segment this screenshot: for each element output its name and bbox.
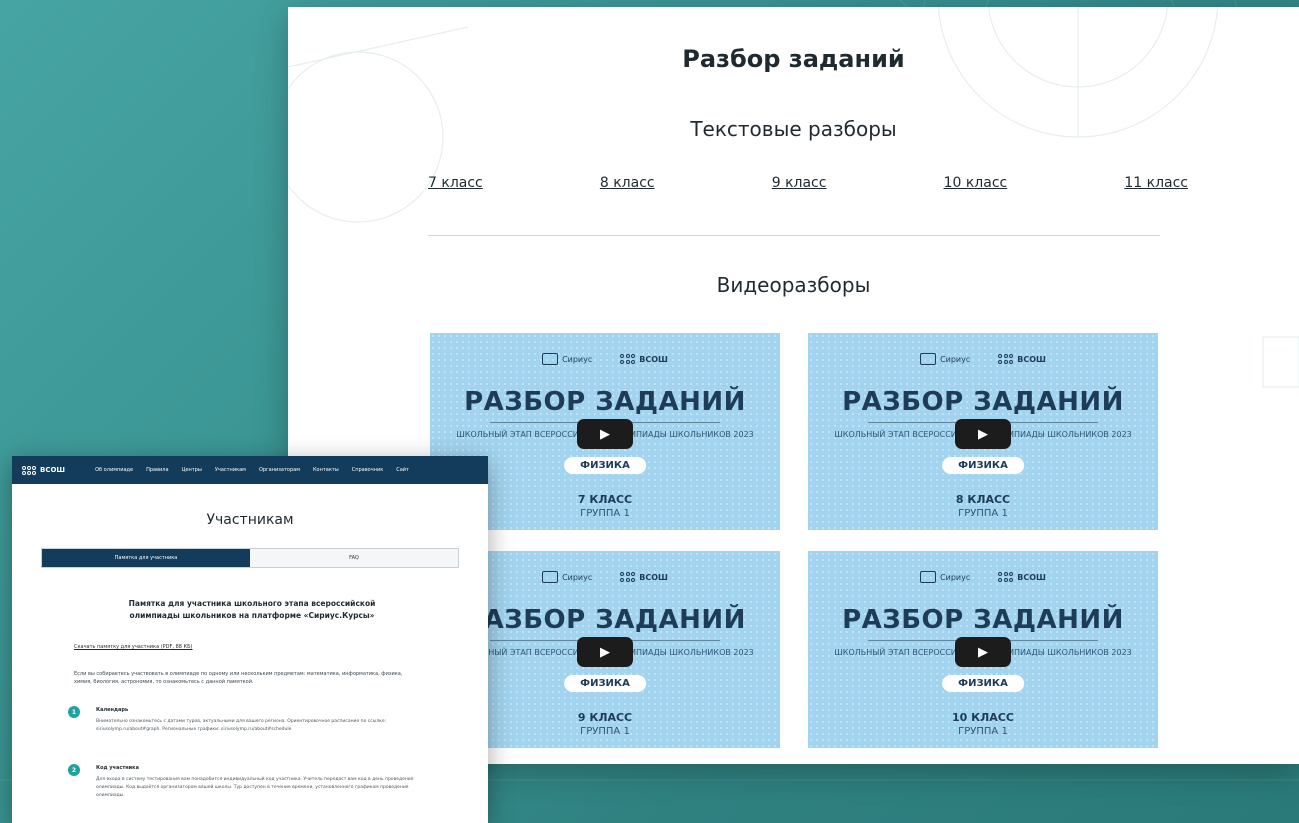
tab-faq[interactable]: FAQ bbox=[250, 549, 458, 567]
nav-item-contacts[interactable]: Контакты bbox=[313, 467, 339, 473]
video-thumbnail-8[interactable]: Сириус ВСОШ РАЗБОР ЗАДАНИЙ ШКОЛЬНЫЙ ЭТАП… bbox=[808, 333, 1158, 530]
download-memo-link[interactable]: Скачать памятку для участника (PDF, 88 К… bbox=[74, 644, 192, 650]
video-grade: 10 КЛАСС bbox=[952, 711, 1014, 724]
vsosh-logo-icon bbox=[22, 465, 36, 475]
sirius-logo-icon bbox=[920, 353, 937, 365]
class-links: 7 класс 8 класс 9 класс 10 класс 11 клас… bbox=[428, 175, 1188, 191]
video-subject-badge: ФИЗИКА bbox=[564, 675, 646, 692]
video-grid: Сириус ВСОШ РАЗБОР ЗАДАНИЙ ШКОЛЬНЫЙ ЭТАП… bbox=[430, 333, 1160, 748]
site-logo[interactable]: ВСОШ bbox=[22, 465, 65, 475]
nav-item-rules[interactable]: Правила bbox=[146, 467, 168, 473]
class-link-11[interactable]: 11 класс bbox=[1124, 175, 1188, 191]
tab-memo[interactable]: Памятка для участника bbox=[42, 549, 250, 567]
class-link-7[interactable]: 7 класс bbox=[428, 175, 483, 191]
video-group: ГРУППА 1 bbox=[958, 726, 1008, 737]
top-navigation: ВСОШ Об олимпиаде Правила Центры Участни… bbox=[12, 456, 488, 484]
play-icon[interactable]: ▶ bbox=[955, 419, 1011, 449]
video-subject-badge: ФИЗИКА bbox=[942, 675, 1024, 692]
step-text: Для входа в систему тестирования вам пон… bbox=[96, 777, 414, 798]
video-heading: РАЗБОР ЗАДАНИЙ bbox=[842, 605, 1124, 635]
step-number: 2 bbox=[68, 764, 80, 776]
participants-tabs: Памятка для участника FAQ bbox=[41, 548, 459, 568]
class-link-9[interactable]: 9 класс bbox=[772, 175, 827, 191]
video-logos: Сириус ВСОШ bbox=[430, 353, 780, 365]
page-title: Разбор заданий bbox=[682, 45, 905, 73]
vsosh-logo-icon bbox=[998, 354, 1014, 364]
step-text: Внимательно ознакомьтесь с датами туров,… bbox=[96, 719, 387, 732]
participants-page: ВСОШ Об олимпиаде Правила Центры Участни… bbox=[12, 456, 488, 823]
video-logos: Сириус ВСОШ bbox=[808, 353, 1158, 365]
video-subject-badge: ФИЗИКА bbox=[942, 457, 1024, 474]
class-link-8[interactable]: 8 класс bbox=[600, 175, 655, 191]
sirius-logo-icon bbox=[920, 571, 937, 583]
step-title: Календарь bbox=[96, 707, 129, 713]
class-link-10[interactable]: 10 класс bbox=[944, 175, 1008, 191]
memo-heading: Памятка для участника школьного этапа вс… bbox=[128, 599, 376, 620]
nav-item-centers[interactable]: Центры bbox=[182, 467, 202, 473]
video-heading: РАЗБОР ЗАДАНИЙ bbox=[842, 387, 1124, 417]
video-group: ГРУППА 1 bbox=[958, 508, 1008, 519]
participants-title: Участникам bbox=[206, 512, 294, 528]
nav-item-about[interactable]: Об олимпиаде bbox=[95, 467, 133, 473]
video-heading: РАЗБОР ЗАДАНИЙ bbox=[464, 387, 746, 417]
vsosh-logo-icon bbox=[620, 354, 636, 364]
play-icon[interactable]: ▶ bbox=[577, 637, 633, 667]
nav-item-organizers[interactable]: Организаторам bbox=[259, 467, 300, 473]
nav-item-site[interactable]: Сайт bbox=[396, 467, 409, 473]
text-reviews-title: Текстовые разборы bbox=[690, 117, 897, 141]
nav-item-reference[interactable]: Справочник bbox=[352, 467, 384, 473]
video-reviews-title: Видеоразборы bbox=[716, 273, 871, 297]
nav-item-participants[interactable]: Участникам bbox=[215, 467, 246, 473]
sirius-logo-icon bbox=[542, 571, 559, 583]
play-icon[interactable]: ▶ bbox=[577, 419, 633, 449]
nav-menu: Об олимпиаде Правила Центры Участникам О… bbox=[95, 467, 409, 473]
video-grade: 8 КЛАСС bbox=[955, 493, 1011, 506]
step-title: Код участника bbox=[96, 765, 139, 771]
sirius-logo-icon bbox=[542, 353, 559, 365]
video-subject-badge: ФИЗИКА bbox=[564, 457, 646, 474]
video-thumbnail-10[interactable]: Сириус ВСОШ РАЗБОР ЗАДАНИЙ ШКОЛЬНЫЙ ЭТАП… bbox=[808, 551, 1158, 748]
step-number: 1 bbox=[68, 706, 80, 718]
vsosh-logo-icon bbox=[620, 572, 636, 582]
memo-intro: Если вы собираетесь участвовать в олимпи… bbox=[74, 671, 403, 685]
play-icon[interactable]: ▶ bbox=[955, 637, 1011, 667]
section-divider bbox=[428, 235, 1160, 236]
video-logos: Сириус ВСОШ bbox=[808, 571, 1158, 583]
vsosh-logo-icon bbox=[998, 572, 1014, 582]
